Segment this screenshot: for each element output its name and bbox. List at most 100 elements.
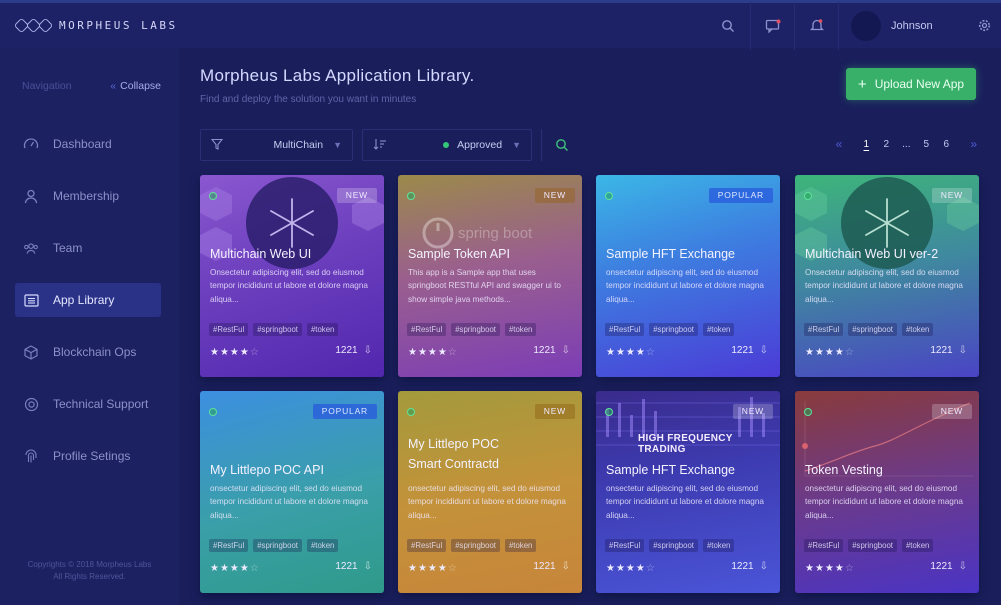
upload-new-app-button[interactable]: + Upload New App	[846, 68, 976, 100]
sidebar-header: Navigation «Collapse	[22, 80, 161, 92]
sidebar-item-app-library[interactable]: App Library	[15, 283, 161, 317]
prev-page-button[interactable]: «	[836, 137, 843, 151]
app-card[interactable]: NEW Multichain Web UI ver-2 Onsectetur a…	[795, 175, 979, 377]
app-card[interactable]: spring boot NEW Sample Token API This ap…	[398, 175, 582, 377]
sidebar-item-dashboard[interactable]: Dashboard	[15, 127, 161, 161]
sidebar-item-label: Dashboard	[53, 137, 112, 151]
page-link[interactable]: 6	[936, 139, 956, 150]
pagination: « 1 2 ... 5 6 »	[836, 137, 977, 151]
download-icon: ⇩	[363, 345, 372, 356]
count-value: 1221	[335, 345, 358, 356]
app-card[interactable]: NEW Token Vesting onsectetur adipiscing …	[795, 391, 979, 593]
app-card[interactable]: NEW Multichain Web UI Onsectetur adipisc…	[200, 175, 384, 377]
tag[interactable]: #springboot	[451, 323, 500, 336]
library-icon	[23, 292, 39, 308]
team-icon	[23, 240, 39, 256]
star-rating: ★★★★☆	[210, 563, 260, 574]
tag-list: #RestFul #springboot #token	[407, 539, 537, 552]
status-dot	[605, 408, 613, 416]
tag[interactable]: #springboot	[649, 323, 698, 336]
count-value: 1221	[533, 561, 556, 572]
status-filter-select[interactable]: Approved ▼	[362, 129, 532, 161]
tag[interactable]: #token	[504, 323, 537, 336]
gear-icon[interactable]	[967, 2, 1001, 50]
tag[interactable]: #token	[504, 539, 537, 552]
card-title: My Littlepo POC Smart Contractd	[408, 437, 500, 471]
download-count: 1221 ⇩	[731, 561, 768, 572]
sidebar-item-label: Profile Setings	[53, 449, 131, 463]
status-dot	[804, 408, 812, 416]
card-title: Sample HFT Exchange	[606, 463, 735, 477]
tag[interactable]: #token	[306, 323, 339, 336]
download-count: 1221 ⇩	[533, 561, 570, 572]
status-dot	[804, 192, 812, 200]
count-value: 1221	[335, 561, 358, 572]
card-description: onsectetur adipiscing elit, sed do eiusm…	[210, 484, 368, 520]
download-count: 1221 ⇩	[930, 561, 967, 572]
download-count: 1221 ⇩	[731, 345, 768, 356]
tag[interactable]: #token	[901, 539, 934, 552]
app-card[interactable]: HIGH FREQUENCY TRADING NEW Sample HFT Ex…	[596, 391, 780, 593]
chain-filter-select[interactable]: MultiChain ▼	[200, 129, 353, 161]
tag[interactable]: #RestFul	[407, 323, 447, 336]
search-button[interactable]	[541, 129, 581, 161]
tag[interactable]: #RestFul	[407, 539, 447, 552]
sidebar-item-profile-settings[interactable]: Profile Setings	[15, 439, 161, 473]
app-card[interactable]: POPULAR Sample HFT Exchange onsectetur a…	[596, 175, 780, 377]
tag[interactable]: #token	[702, 323, 735, 336]
double-chevron-left-icon: «	[110, 80, 117, 92]
page-link[interactable]: 2	[876, 139, 896, 150]
tag[interactable]: #springboot	[649, 539, 698, 552]
tag[interactable]: #token	[901, 323, 934, 336]
chat-icon[interactable]	[750, 1, 794, 50]
chain-filter-value: MultiChain	[273, 139, 324, 151]
page-link[interactable]: 1	[856, 139, 876, 150]
app-card[interactable]: NEW My Littlepo POC Smart Contractd onse…	[398, 391, 582, 593]
sidebar-item-membership[interactable]: Membership	[15, 179, 161, 213]
sidebar-item-technical-support[interactable]: Technical Support	[15, 387, 161, 421]
copyright-line: All Rights Reserved.	[53, 572, 126, 581]
tag[interactable]: #springboot	[848, 323, 897, 336]
tag[interactable]: #RestFul	[209, 323, 249, 336]
tag[interactable]: #token	[702, 539, 735, 552]
tag[interactable]: #RestFul	[804, 539, 844, 552]
tag-list: #RestFul #springboot #token	[209, 323, 339, 336]
status-badge: NEW	[931, 404, 972, 419]
status-badge: NEW	[534, 404, 575, 419]
app-card[interactable]: POPULAR My Littlepo POC API onsectetur a…	[200, 391, 384, 593]
user-menu[interactable]: Johnson	[838, 1, 967, 50]
tag[interactable]: #springboot	[848, 539, 897, 552]
collapse-label: Collapse	[120, 80, 161, 92]
sort-icon	[373, 138, 391, 153]
page-link[interactable]: 5	[916, 139, 936, 150]
search-icon[interactable]	[706, 2, 750, 50]
tag-list: #RestFul #springboot #token	[605, 539, 735, 552]
tag[interactable]: #springboot	[451, 539, 500, 552]
tag[interactable]: #springboot	[253, 323, 302, 336]
tag[interactable]: #RestFul	[804, 323, 844, 336]
tag-list: #RestFul #springboot #token	[209, 539, 339, 552]
user-name: Johnson	[891, 19, 933, 32]
tag[interactable]: #RestFul	[209, 539, 249, 552]
status-dot	[407, 192, 415, 200]
spring-boot-watermark: spring boot	[458, 225, 533, 242]
bell-icon[interactable]	[794, 1, 838, 50]
sidebar-item-blockchain-ops[interactable]: Blockchain Ops	[15, 335, 161, 369]
support-icon	[23, 396, 39, 412]
brand-name: MORPHEUS LABS	[59, 19, 178, 32]
fingerprint-icon	[23, 448, 39, 464]
tag[interactable]: #RestFul	[605, 323, 645, 336]
brand-logo[interactable]: MORPHEUS LABS	[13, 17, 178, 34]
hft-art-label: HIGH FREQUENCY TRADING	[638, 433, 733, 455]
next-page-button[interactable]: »	[970, 137, 977, 151]
status-dot	[443, 142, 450, 149]
page-subtitle: Find and deploy the solution you want in…	[200, 94, 417, 105]
count-value: 1221	[930, 345, 953, 356]
tag[interactable]: #token	[306, 539, 339, 552]
tag[interactable]: #RestFul	[605, 539, 645, 552]
tag[interactable]: #springboot	[253, 539, 302, 552]
star-rating: ★★★★☆	[606, 563, 656, 574]
sidebar-item-team[interactable]: Team	[15, 231, 161, 265]
collapse-button[interactable]: «Collapse	[110, 80, 161, 92]
tag-list: #RestFul #springboot #token	[804, 323, 934, 336]
